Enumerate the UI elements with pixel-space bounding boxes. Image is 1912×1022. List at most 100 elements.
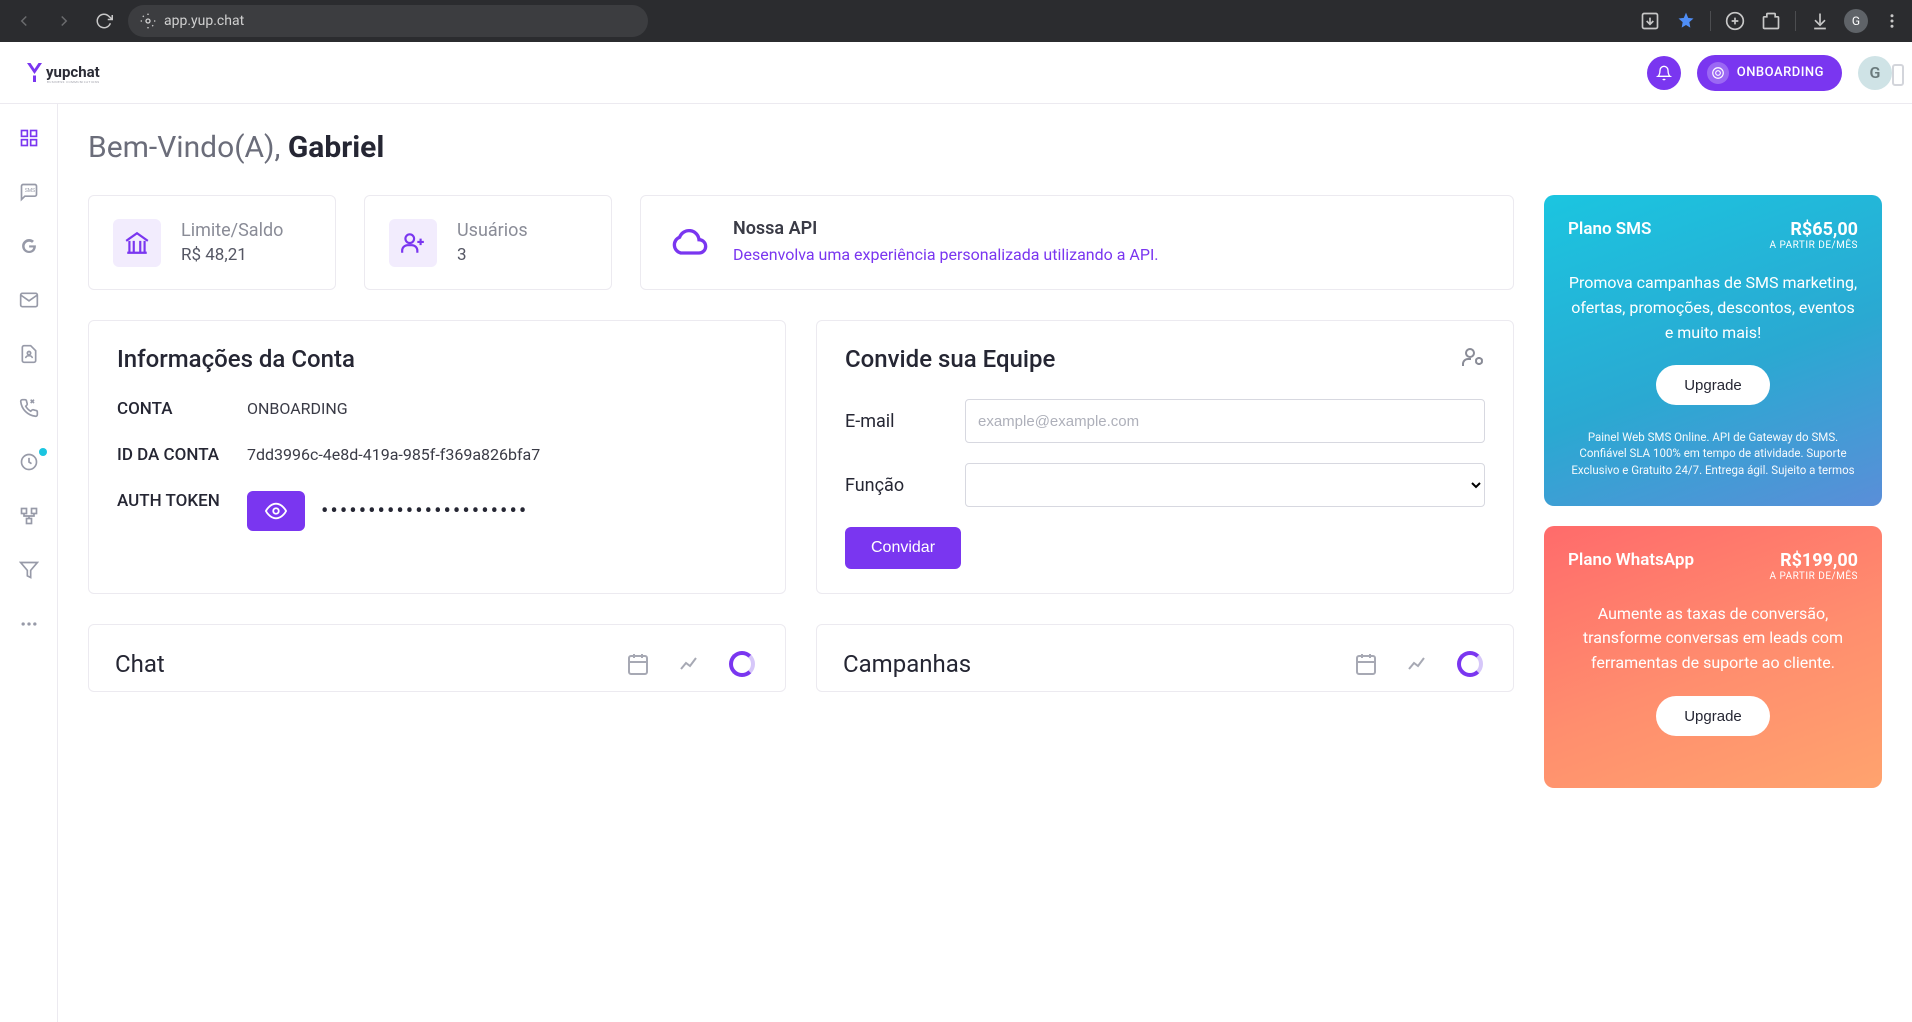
sidebar-item-filter[interactable] bbox=[17, 558, 41, 582]
welcome-prefix: Bem-Vindo(A), bbox=[88, 130, 288, 165]
browser-back-button[interactable] bbox=[8, 5, 40, 37]
app-topbar: yupchat BUSINESS COMMUNICATIONS ONBOARDI… bbox=[0, 42, 1912, 104]
role-label: Função bbox=[845, 475, 965, 496]
account-id-label: ID DA CONTA bbox=[117, 445, 247, 465]
whatsapp-plan-description: Aumente as taxas de conversão, transform… bbox=[1568, 602, 1858, 676]
sms-plan-fineprint: Painel Web SMS Online. API de Gateway do… bbox=[1568, 429, 1858, 477]
campaigns-calendar-button[interactable] bbox=[1349, 647, 1383, 681]
line-chart-icon bbox=[678, 652, 702, 676]
bank-icon bbox=[113, 219, 161, 267]
invite-title: Convide sua Equipe bbox=[845, 345, 1055, 373]
contact-icon bbox=[19, 344, 39, 364]
donut-chart-icon bbox=[1457, 651, 1483, 677]
sms-plan-name: Plano SMS bbox=[1568, 219, 1651, 239]
sidebar-item-contacts[interactable] bbox=[17, 342, 41, 366]
chat-donut-chart-button[interactable] bbox=[725, 647, 759, 681]
balance-label: Limite/Saldo bbox=[181, 220, 283, 241]
campaigns-donut-chart-button[interactable] bbox=[1453, 647, 1487, 681]
eye-icon bbox=[265, 500, 287, 522]
chat-chart-title: Chat bbox=[115, 650, 165, 678]
balance-card[interactable]: Limite/Saldo R$ 48,21 bbox=[88, 195, 336, 290]
whatsapp-plan-period: A PARTIR DE/MÊS bbox=[1770, 571, 1859, 582]
logo[interactable]: yupchat BUSINESS COMMUNICATIONS bbox=[22, 53, 142, 93]
api-description: Desenvolva uma experiência personalizada… bbox=[733, 243, 1159, 267]
sms-icon: SMS bbox=[19, 182, 39, 202]
new-tab-icon[interactable] bbox=[1723, 9, 1747, 33]
svg-text:yupchat: yupchat bbox=[46, 63, 100, 81]
svg-text:SMS: SMS bbox=[24, 188, 34, 194]
notifications-button[interactable] bbox=[1647, 56, 1681, 90]
onboarding-label: ONBOARDING bbox=[1737, 65, 1824, 80]
users-card[interactable]: Usuários 3 bbox=[364, 195, 612, 290]
browser-reload-button[interactable] bbox=[88, 5, 120, 37]
url-bar[interactable]: app.yup.chat bbox=[128, 5, 648, 37]
account-id-value: 7dd3996c-4e8d-419a-985f-f369a826bfa7 bbox=[247, 445, 540, 465]
google-icon bbox=[20, 237, 38, 255]
url-text: app.yup.chat bbox=[164, 13, 244, 29]
email-label: E-mail bbox=[845, 411, 965, 432]
line-chart-icon bbox=[1406, 652, 1430, 676]
api-title: Nossa API bbox=[733, 218, 1159, 239]
team-settings-button[interactable] bbox=[1461, 345, 1485, 369]
flow-icon bbox=[19, 506, 39, 526]
account-info-title: Informações da Conta bbox=[117, 345, 757, 373]
sidebar-item-google[interactable] bbox=[17, 234, 41, 258]
bell-icon bbox=[1656, 65, 1672, 81]
whatsapp-plan-price: R$199,00 bbox=[1770, 550, 1859, 571]
sidebar-item-more[interactable] bbox=[17, 612, 41, 636]
browser-forward-button[interactable] bbox=[48, 5, 80, 37]
campaigns-line-chart-button[interactable] bbox=[1401, 647, 1435, 681]
phone-icon bbox=[19, 398, 39, 418]
invite-team-panel: Convide sua Equipe E-mail Função bbox=[816, 320, 1514, 594]
sidebar-item-flows[interactable] bbox=[17, 504, 41, 528]
whatsapp-plan-name: Plano WhatsApp bbox=[1568, 550, 1694, 570]
email-field[interactable] bbox=[965, 399, 1485, 443]
auth-token-mask: •••••••••••••••••••••• bbox=[321, 499, 528, 524]
sms-plan-price: R$65,00 bbox=[1770, 219, 1859, 240]
sidebar-item-status[interactable] bbox=[17, 450, 41, 474]
cloud-icon bbox=[665, 219, 713, 267]
calendar-icon bbox=[626, 652, 650, 676]
whatsapp-plan-card: Plano WhatsApp R$199,00 A PARTIR DE/MÊS … bbox=[1544, 526, 1882, 788]
account-value: ONBOARDING bbox=[247, 399, 348, 419]
balance-value: R$ 48,21 bbox=[181, 245, 283, 265]
bookmark-icon[interactable] bbox=[1674, 9, 1698, 33]
auth-token-label: AUTH TOKEN bbox=[117, 491, 247, 531]
sms-plan-description: Promova campanhas de SMS marketing, ofer… bbox=[1568, 271, 1858, 345]
more-icon bbox=[19, 614, 39, 634]
donut-chart-icon bbox=[729, 651, 755, 677]
api-card[interactable]: Nossa API Desenvolva uma experiência per… bbox=[640, 195, 1514, 290]
sidebar-item-voice[interactable] bbox=[17, 396, 41, 420]
site-settings-icon bbox=[140, 13, 156, 29]
role-select[interactable] bbox=[965, 463, 1485, 507]
browser-menu-icon[interactable] bbox=[1880, 9, 1904, 33]
chat-line-chart-button[interactable] bbox=[673, 647, 707, 681]
sms-plan-card: Plano SMS R$65,00 A PARTIR DE/MÊS Promov… bbox=[1544, 195, 1882, 506]
invite-button[interactable]: Convidar bbox=[845, 527, 961, 569]
avatar[interactable]: G bbox=[1858, 56, 1892, 90]
sidebar: SMS bbox=[0, 104, 58, 1022]
reveal-token-button[interactable] bbox=[247, 491, 305, 531]
users-icon bbox=[389, 219, 437, 267]
target-icon bbox=[1707, 62, 1729, 84]
downloads-icon[interactable] bbox=[1808, 9, 1832, 33]
profile-button[interactable]: G bbox=[1844, 9, 1868, 33]
dashboard-icon bbox=[19, 128, 39, 148]
users-label: Usuários bbox=[457, 220, 528, 241]
email-icon bbox=[19, 290, 39, 310]
whatsapp-upgrade-button[interactable]: Upgrade bbox=[1656, 696, 1770, 736]
onboarding-button[interactable]: ONBOARDING bbox=[1697, 55, 1842, 91]
browser-chrome: app.yup.chat G bbox=[0, 0, 1912, 42]
filter-icon bbox=[19, 560, 39, 580]
sms-plan-period: A PARTIR DE/MÊS bbox=[1770, 240, 1859, 251]
sidebar-item-email[interactable] bbox=[17, 288, 41, 312]
svg-text:BUSINESS COMMUNICATIONS: BUSINESS COMMUNICATIONS bbox=[47, 80, 100, 84]
sidebar-item-sms[interactable]: SMS bbox=[17, 180, 41, 204]
sms-upgrade-button[interactable]: Upgrade bbox=[1656, 365, 1770, 405]
install-app-icon[interactable] bbox=[1638, 9, 1662, 33]
extensions-icon[interactable] bbox=[1759, 9, 1783, 33]
chat-calendar-button[interactable] bbox=[621, 647, 655, 681]
sidebar-item-dashboard[interactable] bbox=[17, 126, 41, 150]
calendar-icon bbox=[1354, 652, 1378, 676]
status-dot-icon bbox=[39, 448, 47, 456]
